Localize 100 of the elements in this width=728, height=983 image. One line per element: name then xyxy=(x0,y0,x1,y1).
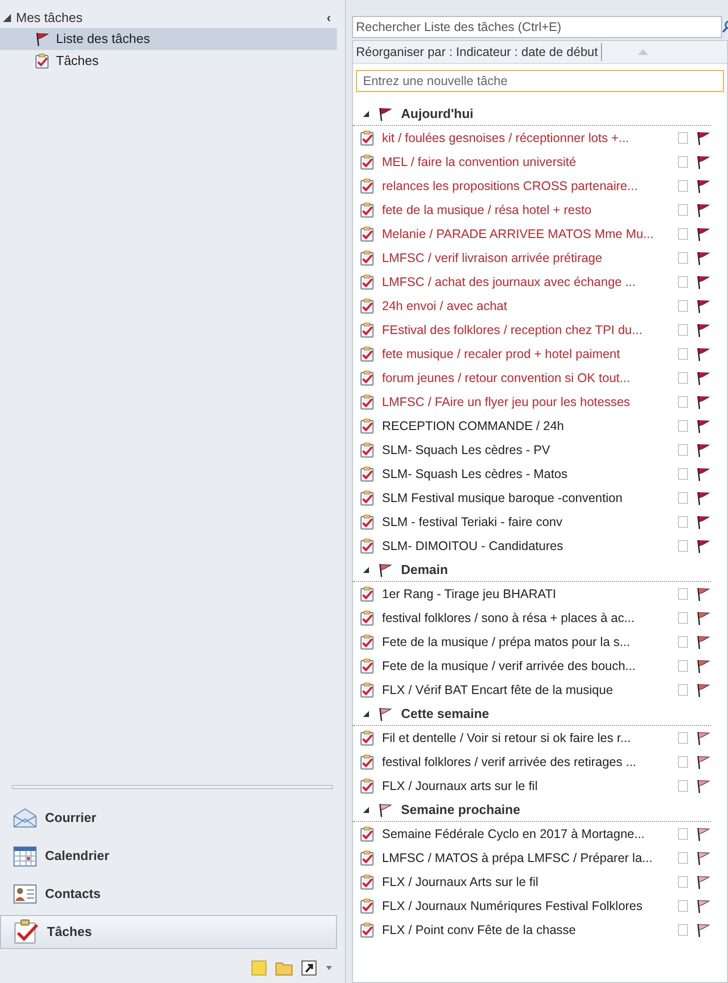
task-row[interactable]: relances les propositions CROSS partenaire... xyxy=(353,174,711,198)
task-row[interactable]: FLX / Journaux Arts sur le fil xyxy=(353,870,711,894)
dropdown-caret-icon[interactable] xyxy=(325,965,333,971)
nav-item[interactable]: Contacts xyxy=(0,877,337,911)
complete-checkbox[interactable] xyxy=(678,636,688,648)
folder-icon[interactable] xyxy=(275,960,293,976)
complete-checkbox[interactable] xyxy=(678,156,688,168)
complete-checkbox[interactable] xyxy=(678,828,688,840)
collapse-pane-button[interactable]: ‹ xyxy=(326,8,331,28)
task-row[interactable]: FLX / Point conv Fête de la chasse xyxy=(353,918,711,942)
complete-checkbox[interactable] xyxy=(678,540,688,552)
task-row[interactable]: MEL / faire la convention université xyxy=(353,150,711,174)
complete-checkbox[interactable] xyxy=(678,276,688,288)
complete-checkbox[interactable] xyxy=(678,204,688,216)
folder-item[interactable]: Tâches xyxy=(0,50,337,72)
complete-checkbox[interactable] xyxy=(678,924,688,936)
expand-triangle-icon[interactable] xyxy=(3,14,11,22)
complete-checkbox[interactable] xyxy=(678,660,688,672)
search-field[interactable]: Rechercher Liste des tâches (Ctrl+E) xyxy=(352,16,722,38)
task-row[interactable]: 1er Rang - Tirage jeu BHARATI xyxy=(353,582,711,606)
task-row[interactable]: FEstival des folklores / reception chez TPI du... xyxy=(353,318,711,342)
task-row[interactable]: festival folklores / verif arrivée des retirages ... xyxy=(353,750,711,774)
task-row[interactable]: RECEPTION COMMANDE / 24h xyxy=(353,414,711,438)
complete-checkbox[interactable] xyxy=(678,732,688,744)
complete-checkbox[interactable] xyxy=(678,588,688,600)
task-row[interactable]: SLM- Squach Les cèdres - PV xyxy=(353,438,711,462)
complete-checkbox[interactable] xyxy=(678,420,688,432)
expand-triangle-icon[interactable] xyxy=(363,710,369,716)
complete-checkbox[interactable] xyxy=(678,324,688,336)
task-row[interactable]: LMFSC / achat des journaux avec échange ... xyxy=(353,270,711,294)
task-row[interactable]: SLM Festival musique baroque -convention xyxy=(353,486,711,510)
complete-checkbox[interactable] xyxy=(678,372,688,384)
clipboard-check-icon xyxy=(359,826,375,842)
complete-checkbox[interactable] xyxy=(678,876,688,888)
complete-checkbox[interactable] xyxy=(678,132,688,144)
task-row[interactable]: LMFSC / FAire un flyer jeu pour les hotesses xyxy=(353,390,711,414)
flag-icon xyxy=(695,346,711,362)
task-row[interactable]: 24h envoi / avec achat xyxy=(353,294,711,318)
task-row[interactable]: LMFSC / verif livraison arrivée prétirage xyxy=(353,246,711,270)
task-row[interactable]: fete musique / recaler prod + hotel paiment xyxy=(353,342,711,366)
complete-checkbox[interactable] xyxy=(678,684,688,696)
flag-icon xyxy=(695,394,711,410)
task-row[interactable]: Fete de la musique / prépa matos pour la s... xyxy=(353,630,711,654)
task-title: LMFSC / FAire un flyer jeu pour les hotesses xyxy=(382,394,632,411)
task-row[interactable]: Fil et dentelle / Voir si retour si ok faire les r... xyxy=(353,726,711,750)
complete-checkbox[interactable] xyxy=(678,612,688,624)
group-header[interactable]: Semaine prochaine xyxy=(401,800,520,820)
task-title: fete musique / recaler prod + hotel paiment xyxy=(382,346,621,363)
flag-icon xyxy=(695,226,711,242)
shortcut-icon[interactable] xyxy=(301,960,317,976)
task-row[interactable]: kit / foulées gesnoises / réceptionner lots +... xyxy=(353,126,711,150)
complete-checkbox[interactable] xyxy=(678,252,688,264)
task-row[interactable]: FLX / Vérif BAT Encart fête de la musique xyxy=(353,678,711,702)
note-icon[interactable] xyxy=(251,960,267,976)
complete-checkbox[interactable] xyxy=(678,900,688,912)
folder-item[interactable]: Liste des tâches xyxy=(0,28,337,50)
task-row[interactable]: FLX / Journaux arts sur le fil xyxy=(353,774,711,798)
complete-checkbox[interactable] xyxy=(678,348,688,360)
task-row[interactable]: SLM- DIMOITOU - Candidatures xyxy=(353,534,711,558)
clipboard-check-icon xyxy=(359,658,375,674)
expand-triangle-icon[interactable] xyxy=(363,566,369,572)
task-row[interactable]: forum jeunes / retour convention si OK tout... xyxy=(353,366,711,390)
complete-checkbox[interactable] xyxy=(678,492,688,504)
task-row[interactable]: SLM - festival Teriaki - faire conv xyxy=(353,510,711,534)
task-row[interactable]: Fete de la musique / verif arrivée des bouch... xyxy=(353,654,711,678)
complete-checkbox[interactable] xyxy=(678,852,688,864)
task-title: kit / foulées gesnoises / réceptionner lots +... xyxy=(382,130,630,147)
flag-icon xyxy=(695,898,711,914)
sort-arrow-icon[interactable] xyxy=(638,49,648,55)
task-row[interactable]: SLM- Squash Les cèdres - Matos xyxy=(353,462,711,486)
clipboard-check-icon xyxy=(359,250,375,266)
group-header[interactable]: Cette semaine xyxy=(401,704,490,724)
task-row[interactable]: FLX / Journaux Numériqures Festival Folklores xyxy=(353,894,711,918)
complete-checkbox[interactable] xyxy=(678,228,688,240)
complete-checkbox[interactable] xyxy=(678,756,688,768)
folder-group-label[interactable]: Mes tâches xyxy=(16,8,82,28)
task-title: FLX / Journaux Arts sur le fil xyxy=(382,874,540,891)
envelope-icon xyxy=(13,807,37,829)
group-header[interactable]: Aujourd'hui xyxy=(401,104,474,124)
complete-checkbox[interactable] xyxy=(678,780,688,792)
expand-triangle-icon[interactable] xyxy=(363,110,369,116)
complete-checkbox[interactable] xyxy=(678,180,688,192)
clipboard-check-icon xyxy=(359,466,375,482)
task-row[interactable]: fete de la musique / résa hotel + resto xyxy=(353,198,711,222)
complete-checkbox[interactable] xyxy=(678,444,688,456)
clipboard-check-icon xyxy=(359,754,375,770)
task-row[interactable]: Melanie / PARADE ARRIVEE MATOS Mme Mu... xyxy=(353,222,711,246)
expand-triangle-icon[interactable] xyxy=(363,806,369,812)
task-row[interactable]: Semaine Fédérale Cyclo en 2017 à Mortagne... xyxy=(353,822,711,846)
complete-checkbox[interactable] xyxy=(678,468,688,480)
complete-checkbox[interactable] xyxy=(678,516,688,528)
nav-item[interactable]: Courrier xyxy=(0,801,337,835)
group-header[interactable]: Demain xyxy=(401,560,448,580)
new-task-field[interactable]: Entrez une nouvelle tâche xyxy=(356,70,724,92)
nav-item[interactable]: Calendrier xyxy=(0,839,337,873)
complete-checkbox[interactable] xyxy=(678,396,688,408)
task-row[interactable]: festival folklores / sono à résa + places à ac... xyxy=(353,606,711,630)
task-row[interactable]: LMFSC / MATOS à prépa LMFSC / Préparer la... xyxy=(353,846,711,870)
complete-checkbox[interactable] xyxy=(678,300,688,312)
nav-item[interactable]: Tâches xyxy=(0,915,337,949)
